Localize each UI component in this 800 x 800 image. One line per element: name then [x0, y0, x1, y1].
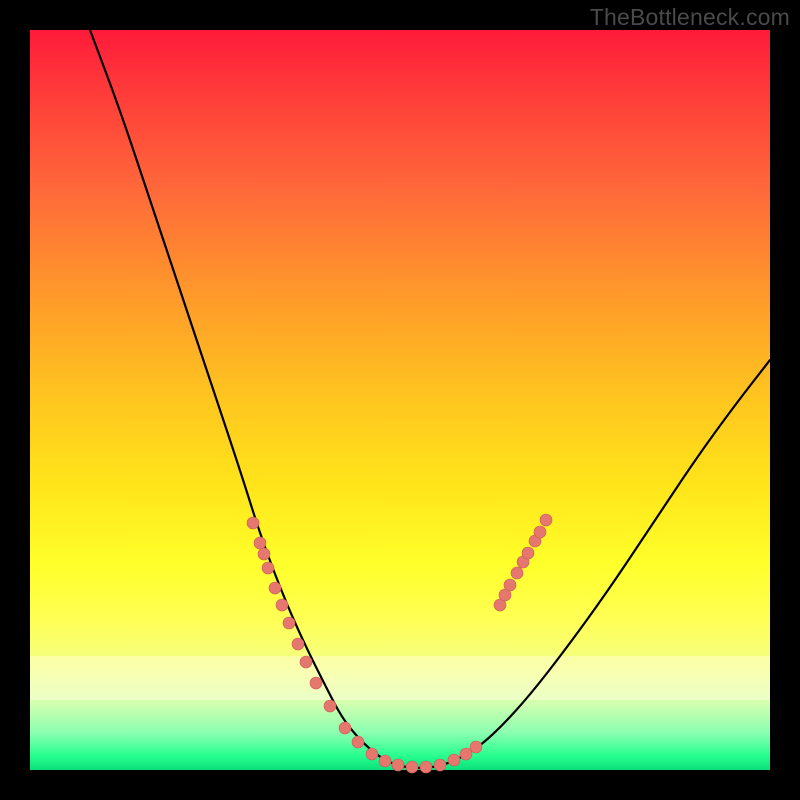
data-dot [470, 741, 482, 753]
data-dot [434, 759, 446, 771]
data-dots [247, 514, 552, 773]
data-dot [460, 748, 472, 760]
data-dot [269, 582, 281, 594]
bottleneck-curve [90, 30, 770, 768]
data-dot [379, 755, 391, 767]
data-dot [283, 617, 295, 629]
data-dot [392, 759, 404, 771]
data-dot [540, 514, 552, 526]
data-dot [300, 656, 312, 668]
plot-area [30, 30, 770, 770]
data-dot [254, 537, 266, 549]
attribution-text: TheBottleneck.com [590, 4, 790, 31]
chart-frame: TheBottleneck.com [0, 0, 800, 800]
data-dot [352, 736, 364, 748]
data-dot [534, 526, 546, 538]
data-dot [292, 638, 304, 650]
data-dot [324, 700, 336, 712]
data-dot [511, 567, 523, 579]
data-dot [262, 562, 274, 574]
data-dot [339, 722, 351, 734]
data-dot [448, 754, 460, 766]
curve-svg [30, 30, 770, 770]
data-dot [504, 579, 516, 591]
data-dot [247, 517, 259, 529]
data-dot [406, 761, 418, 773]
data-dot [310, 677, 322, 689]
data-dot [276, 599, 288, 611]
data-dot [420, 761, 432, 773]
data-dot [522, 547, 534, 559]
data-dot [258, 548, 270, 560]
data-dot [366, 748, 378, 760]
